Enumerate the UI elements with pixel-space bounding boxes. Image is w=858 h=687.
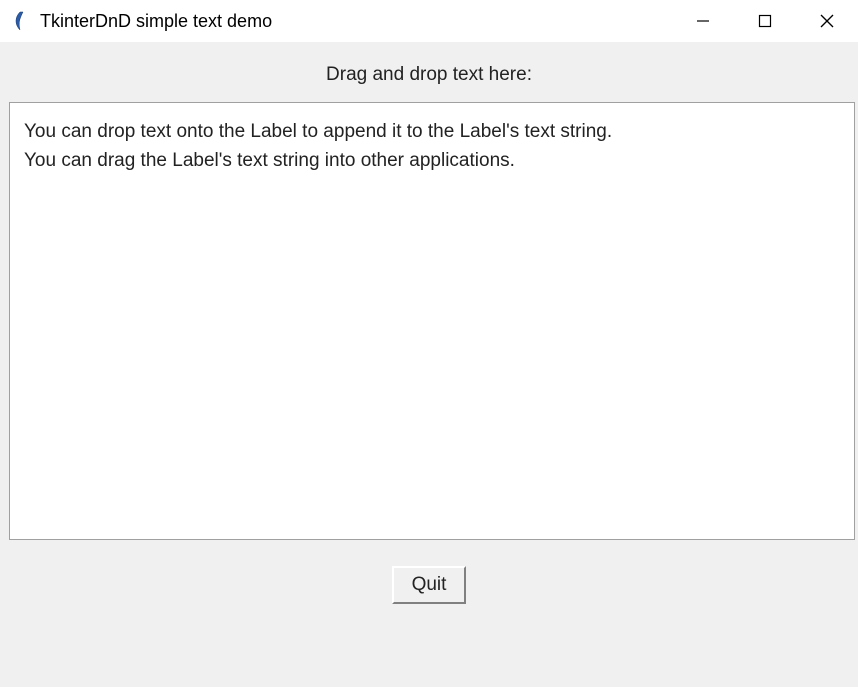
instruction-label: Drag and drop text here: [326,64,532,86]
window-controls [672,0,858,42]
drop-target-label[interactable]: You can drop text onto the Label to appe… [9,102,855,540]
minimize-button[interactable] [672,0,734,42]
app-icon [10,11,30,31]
client-area: Drag and drop text here: You can drop te… [0,42,858,687]
maximize-button[interactable] [734,0,796,42]
quit-button[interactable]: Quit [392,566,467,604]
window-title: TkinterDnD simple text demo [40,11,672,32]
titlebar: TkinterDnD simple text demo [0,0,858,42]
button-row: Quit [0,566,858,604]
close-button[interactable] [796,0,858,42]
